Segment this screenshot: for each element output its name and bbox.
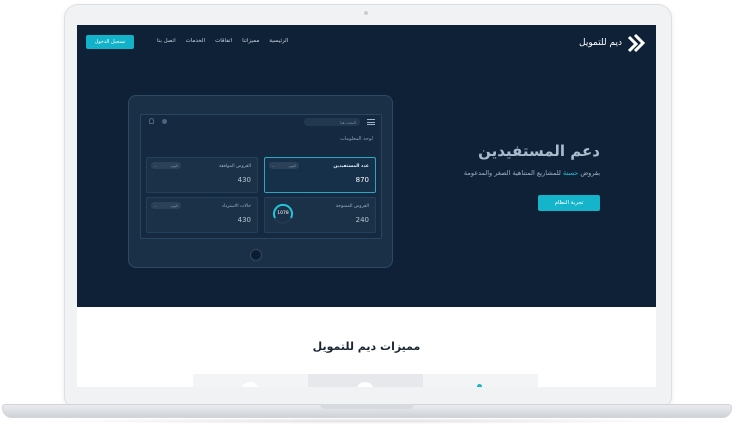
navbar: تسجيل الدخول الرئيسية مميزاتنا اتفاقات ا… <box>77 25 656 61</box>
features-section-title: مميزات ديم للتمويل <box>312 340 421 353</box>
stat-card-title: القروض الموافقة <box>218 164 251 169</box>
hero-subtitle: بقروض حسنة للمشاريع المتناهية الصغر والم… <box>464 169 600 177</box>
bell-icon[interactable] <box>149 118 154 124</box>
logo-mark-icon <box>627 34 646 52</box>
camera <box>364 11 368 15</box>
laptop-base-notch <box>320 404 414 409</box>
logo-text: ديم للتمويل <box>579 38 622 48</box>
login-button[interactable]: تسجيل الدخول <box>86 35 134 49</box>
dashboard-search-input[interactable]: البحث هنا <box>304 118 360 126</box>
nav-item-agreements[interactable]: اتفاقات <box>215 38 232 44</box>
laptop-shadow <box>30 418 704 424</box>
try-system-button[interactable]: تجربة النظام <box>538 195 600 211</box>
chevron-down-icon: ⌄ <box>154 203 157 208</box>
stat-card-value: 430 <box>237 216 251 224</box>
stat-card-title: عدد المستفيدين <box>333 164 369 169</box>
tablet-mockup: البحث هنا لوحة المعلومات ⌄ اليوم عدد المس… <box>128 95 393 268</box>
feature-tile-icon <box>241 382 259 387</box>
laptop-screen: تسجيل الدخول الرئيسية مميزاتنا اتفاقات ا… <box>77 25 656 387</box>
nav-item-features[interactable]: مميزاتنا <box>242 38 259 44</box>
feature-tiles <box>193 374 539 387</box>
user-icon[interactable] <box>162 119 167 124</box>
chevron-down-icon: ⌄ <box>154 163 157 168</box>
feature-tile-icon <box>356 382 374 387</box>
hero-section: تسجيل الدخول الرئيسية مميزاتنا اتفاقات ا… <box>77 25 656 307</box>
nav-item-contact[interactable]: اتصل بنا <box>157 38 176 44</box>
logo[interactable]: ديم للتمويل <box>579 34 646 52</box>
stat-card-value: 240 <box>355 216 369 224</box>
stat-card-approved-loans[interactable]: ⌄ اليوم القروض الموافقة 430 <box>146 157 258 193</box>
feature-tile[interactable] <box>193 374 308 387</box>
stat-card-value: 430 <box>237 176 251 184</box>
period-select[interactable]: ⌄ اليوم <box>151 162 181 169</box>
nav-item-home[interactable]: الرئيسية <box>269 38 288 44</box>
period-select[interactable]: ⌄ اليوم <box>151 202 181 209</box>
dashboard-topbar: البحث هنا <box>141 115 381 129</box>
stat-card-title: القروض الممنوحة <box>335 204 369 209</box>
nav-item-services[interactable]: الخدمات <box>186 38 205 44</box>
stat-card-granted-loans[interactable]: 1078 القروض الممنوحة 240 <box>264 197 376 233</box>
tablet-home-button <box>250 249 262 261</box>
dashboard-heading: لوحة المعلومات <box>340 136 373 142</box>
stat-card-beneficiaries[interactable]: ⌄ اليوم عدد المستفيدين 870 <box>264 157 376 193</box>
feature-tile[interactable] <box>308 374 423 387</box>
gauge-value: 1078 <box>277 211 289 216</box>
stat-card-recovery[interactable]: ⌄ اليوم حالات الاسترداد 430 <box>146 197 258 233</box>
dashboard-preview: البحث هنا لوحة المعلومات ⌄ اليوم عدد المس… <box>140 114 382 239</box>
stat-card-title: حالات الاسترداد <box>221 204 251 209</box>
hero-subtitle-accent: حسنة <box>562 169 579 177</box>
stat-card-value: 870 <box>355 176 369 184</box>
feature-tile-icon <box>477 384 482 387</box>
feature-tile[interactable] <box>423 374 538 387</box>
hero-subtitle-rest: للمشاريع المتناهية الصغر والمدعومة <box>463 169 563 177</box>
hero-subtitle-prefix: بقروض <box>578 169 600 177</box>
period-select[interactable]: ⌄ اليوم <box>269 162 299 169</box>
hero-title: دعم المستفيدين <box>478 142 600 160</box>
nav-menu: الرئيسية مميزاتنا اتفاقات الخدمات اتصل ب… <box>157 38 288 44</box>
chevron-down-icon: ⌄ <box>272 163 275 168</box>
hamburger-menu-icon[interactable] <box>367 119 375 125</box>
